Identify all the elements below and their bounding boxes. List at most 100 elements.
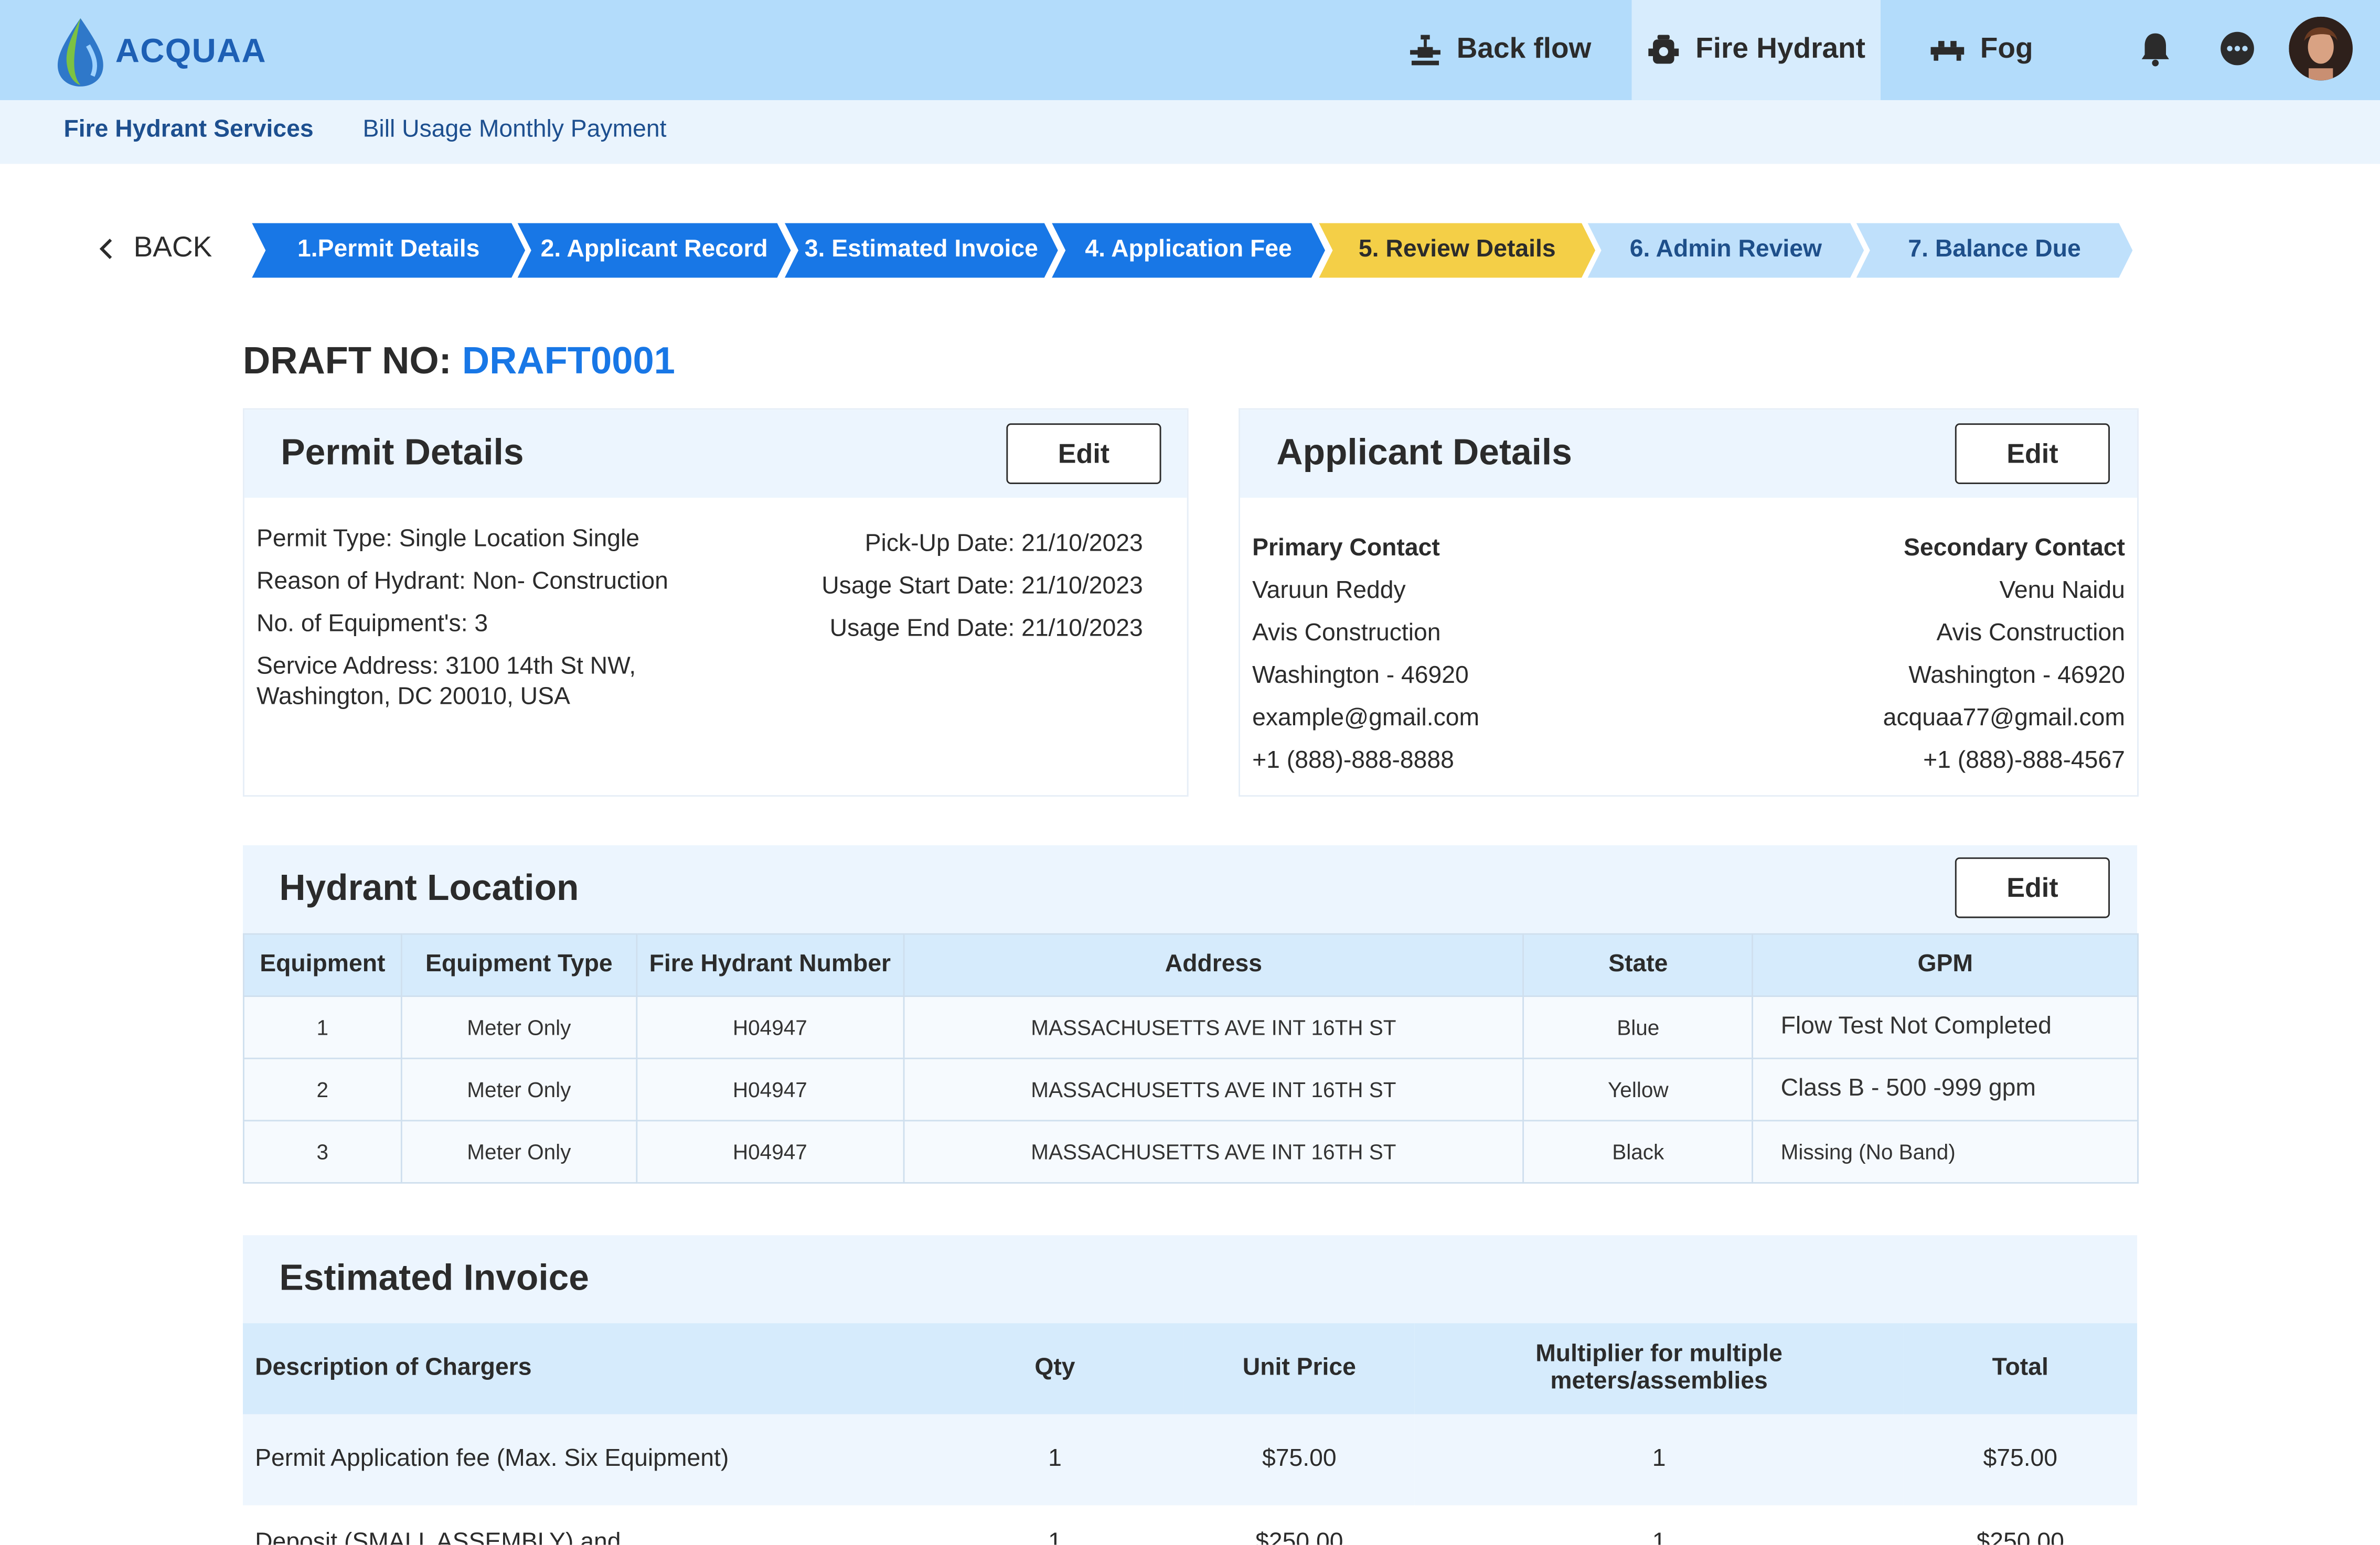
pipe-valve-icon (1410, 35, 1440, 66)
estimated-invoice-header: Estimated Invoice (242, 1235, 2138, 1324)
cell-state: Blue (1523, 995, 1754, 1059)
nav-fog[interactable]: Fog (1897, 0, 2064, 100)
draft-number: DRAFT0001 (462, 340, 675, 383)
nav-label: Fog (1980, 33, 2033, 66)
step-label: 1.Permit Details (297, 237, 480, 263)
table-row[interactable]: 3 Meter Only H04947 MASSACHUSETTS AVE IN… (242, 1120, 2139, 1184)
step-label: 2. Applicant Record (540, 237, 768, 263)
table-row[interactable]: Permit Application fee (Max. Six Equipme… (242, 1414, 2138, 1506)
step-permit-details[interactable]: 1.Permit Details (252, 223, 525, 277)
nav-back-flow[interactable]: Back flow (1384, 0, 1615, 100)
column-header: Unit Price (1183, 1323, 1415, 1414)
step-label: 3. Estimated Invoice (804, 237, 1038, 263)
column-header: GPM (1752, 933, 2139, 997)
user-avatar-icon (2289, 16, 2353, 81)
fire-hydrant-icon (1648, 35, 1679, 64)
subnav-bill-usage[interactable]: Bill Usage Monthly Payment (363, 117, 667, 144)
column-header: Address (902, 933, 1525, 997)
applicant-details-card: Applicant Details Edit Primary Contact V… (1239, 408, 2139, 797)
back-label: BACK (133, 232, 212, 264)
primary-contact-company: Avis Construction (1252, 620, 1441, 647)
secondary-contact-phone: +1 (888)-888-4567 (1923, 748, 2125, 774)
primary-contact-email: example@gmail.com (1252, 705, 1480, 732)
cell-address: MASSACHUSETTS AVE INT 16TH ST (902, 995, 1525, 1059)
nav-label: Back flow (1456, 33, 1592, 66)
column-header-line: meters/assemblies (1550, 1368, 1768, 1395)
cell-equipment: 3 (242, 1120, 402, 1184)
brand-logo[interactable]: ACQUAA (55, 15, 266, 88)
secondary-contact-company: Avis Construction (1936, 620, 2125, 647)
secondary-contact-heading: Secondary Contact (1903, 535, 2125, 562)
column-header: State (1523, 933, 1754, 997)
step-balance-due[interactable]: 7. Balance Due (1856, 223, 2133, 277)
step-label: 6. Admin Review (1629, 237, 1822, 263)
cell-description: Deposit (SMALL ASSEMBLY) and (242, 1505, 926, 1545)
column-header: Equipment Type (400, 933, 637, 997)
cell-multiplier: 1 (1414, 1414, 1904, 1506)
cell-description: Permit Application fee (Max. Six Equipme… (242, 1414, 926, 1506)
cell-hydrant-number: H04947 (636, 1057, 904, 1122)
cell-gpm: Flow Test Not Completed (1752, 995, 2139, 1059)
cell-equipment-type: Meter Only (400, 1057, 637, 1122)
column-header: Description of Chargers (242, 1323, 926, 1414)
permit-address-line2: Washington, DC 20010, USA (257, 684, 570, 711)
column-header: Total (1903, 1323, 2138, 1414)
step-estimated-invoice[interactable]: 3. Estimated Invoice (785, 223, 1058, 277)
secondary-contact-city: Washington - 46920 (1908, 663, 2125, 689)
back-button[interactable]: BACK (97, 232, 212, 266)
nav-label: Fire Hydrant (1695, 33, 1865, 66)
table-row[interactable]: Deposit (SMALL ASSEMBLY) and 1 $250.00 1… (242, 1505, 2138, 1545)
cell-equipment: 2 (242, 1057, 402, 1122)
cell-multiplier: 1 (1414, 1505, 1904, 1545)
cell-qty: 1 (926, 1414, 1184, 1506)
nav-fire-hydrant[interactable]: Fire Hydrant (1631, 0, 1881, 100)
step-label: 7. Balance Due (1908, 237, 2081, 263)
grease-trap-icon (1930, 41, 1963, 61)
permit-reason: Reason of Hydrant: Non- Construction (257, 569, 668, 595)
top-bar: ACQUAA Back flow Fire Hydrant Fog (0, 0, 2380, 100)
permit-equipment-count: No. of Equipment's: 3 (257, 611, 488, 638)
cell-equipment-type: Meter Only (400, 995, 637, 1059)
notifications-button[interactable] (2134, 27, 2176, 70)
cell-hydrant-number: H04947 (636, 995, 904, 1059)
edit-permit-button[interactable]: Edit (1006, 423, 1161, 485)
cell-qty: 1 (926, 1505, 1184, 1545)
permit-details-title: Permit Details (281, 432, 524, 474)
bell-icon (2141, 33, 2169, 67)
pickup-date: Pick-Up Date: 21/10/2023 (865, 531, 1143, 557)
usage-start-date: Usage Start Date: 21/10/2023 (821, 573, 1143, 599)
hydrant-location-table: Equipment Equipment Type Fire Hydrant Nu… (242, 933, 2139, 1184)
usage-end-date: Usage End Date: 21/10/2023 (829, 616, 1143, 642)
primary-contact-phone: +1 (888)-888-8888 (1252, 748, 1454, 774)
cell-address: MASSACHUSETTS AVE INT 16TH ST (902, 1057, 1525, 1122)
table-row[interactable]: 1 Meter Only H04947 MASSACHUSETTS AVE IN… (242, 995, 2139, 1059)
cell-total: $75.00 (1903, 1414, 2138, 1506)
messages-button[interactable] (2216, 27, 2259, 70)
draft-label: DRAFT NO: (242, 340, 452, 383)
cell-unit-price: $75.00 (1183, 1414, 1415, 1506)
table-header-row: Description of Chargers Qty Unit Price M… (242, 1323, 2138, 1414)
cell-gpm: Missing (No Band) (1752, 1120, 2139, 1184)
edit-applicant-button[interactable]: Edit (1955, 423, 2110, 485)
chevron-left-icon (99, 239, 112, 259)
cell-gpm: Class B - 500 -999 gpm (1752, 1057, 2139, 1122)
step-applicant-record[interactable]: 2. Applicant Record (518, 223, 791, 277)
permit-type: Permit Type: Single Location Single (257, 527, 640, 553)
estimated-invoice-table: Description of Chargers Qty Unit Price M… (242, 1323, 2138, 1545)
chat-icon (2221, 31, 2254, 66)
estimated-invoice-title: Estimated Invoice (279, 1258, 589, 1299)
draft-number-heading: DRAFT NO: DRAFT0001 (243, 340, 675, 384)
hydrant-location-title: Hydrant Location (279, 868, 579, 909)
step-admin-review[interactable]: 6. Admin Review (1588, 223, 1864, 277)
edit-hydrant-button[interactable]: Edit (1955, 857, 2110, 918)
hydrant-location-header: Hydrant Location Edit (242, 845, 2138, 934)
cell-state: Yellow (1523, 1057, 1754, 1122)
table-row[interactable]: 2 Meter Only H04947 MASSACHUSETTS AVE IN… (242, 1057, 2139, 1122)
step-review-details[interactable]: 5. Review Details (1319, 223, 1595, 277)
subnav-fire-hydrant-services[interactable]: Fire Hydrant Services (64, 117, 314, 144)
secondary-contact-name: Venu Naidu (1999, 578, 2125, 604)
avatar[interactable] (2289, 16, 2353, 81)
permit-details-card: Permit Details Edit Permit Type: Single … (242, 408, 1189, 797)
step-application-fee[interactable]: 4. Application Fee (1052, 223, 1325, 277)
primary-contact-heading: Primary Contact (1252, 535, 1440, 562)
